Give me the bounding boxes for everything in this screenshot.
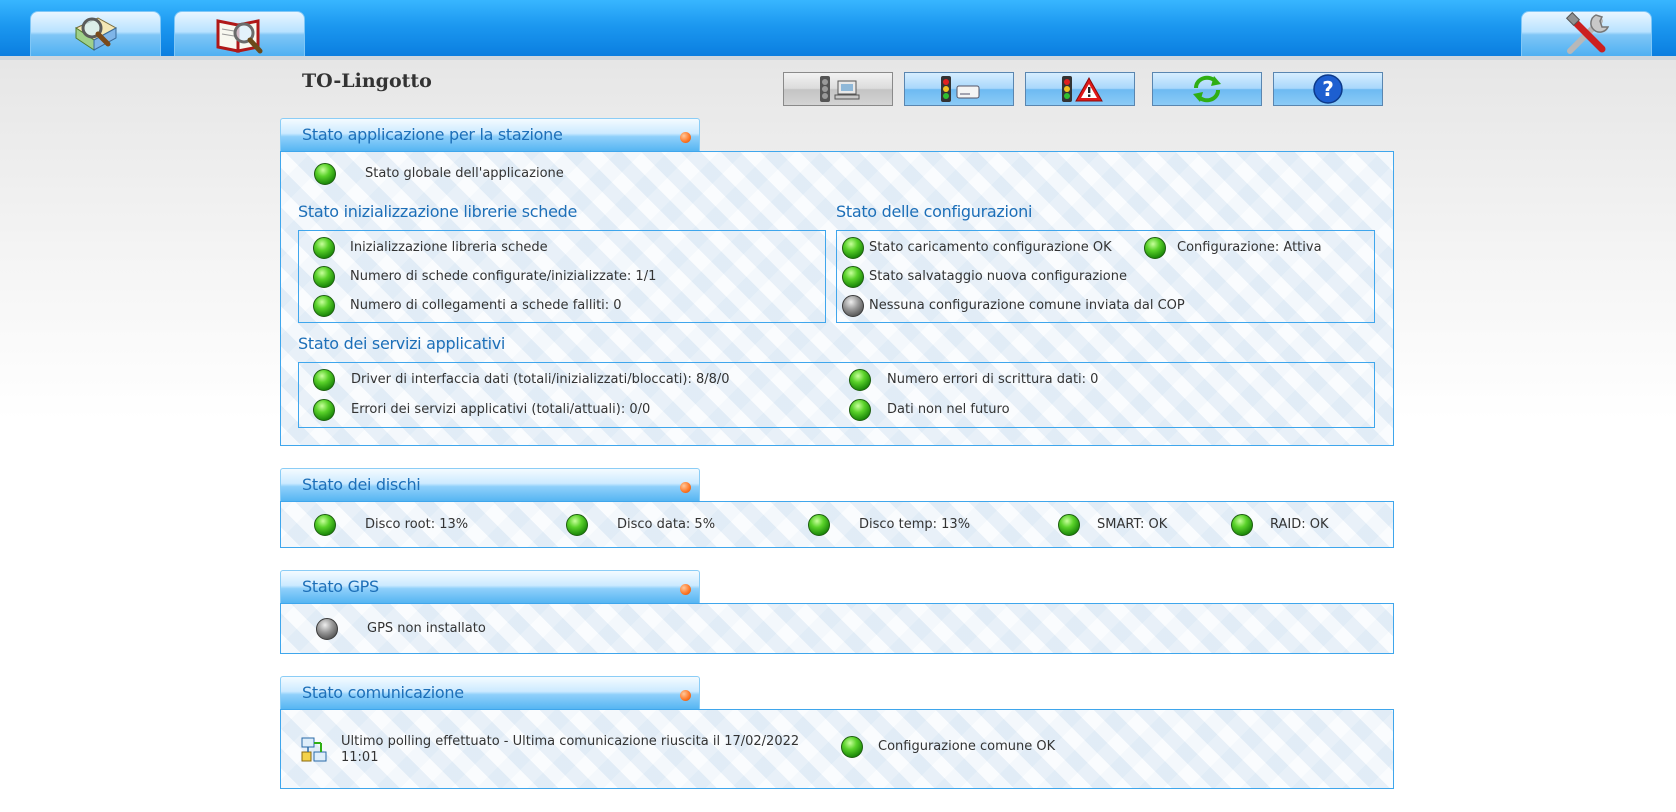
section-tab-disks: Stato dei dischi <box>280 468 700 501</box>
disk-temp-label: Disco temp: 13% <box>859 517 971 532</box>
section-tab-application: Stato applicazione per la stazione <box>280 118 700 151</box>
status-led-green <box>1058 514 1080 536</box>
svg-text:?: ? <box>1322 77 1334 101</box>
status-label: Inizializzazione libreria schede <box>350 240 548 255</box>
status-led-green <box>313 399 335 421</box>
common-config-label: Configurazione comune OK <box>878 739 1056 754</box>
collapse-dot-icon[interactable] <box>680 132 691 143</box>
status-led-green <box>849 399 871 421</box>
polling-status-line1: Ultimo polling effettuato - Ultima comun… <box>341 734 800 749</box>
nav-tab-settings[interactable] <box>1521 11 1652 56</box>
traffic-light-warning-icon <box>1062 76 1103 102</box>
status-label: Stato salvataggio nuova configurazione <box>869 269 1127 284</box>
help-icon: ? <box>1313 74 1343 104</box>
raid-label: RAID: OK <box>1270 517 1329 532</box>
book-search-icon <box>216 19 262 54</box>
status-led-green <box>313 369 335 391</box>
config-section-title: Stato delle configurazioni <box>836 202 1033 221</box>
status-label: Driver di interfaccia dati (totali/inizi… <box>351 372 730 387</box>
status-led-green <box>842 237 864 259</box>
libs-status-box: Inizializzazione libreria schede Numero … <box>298 230 826 323</box>
config-status-box: Stato caricamento configurazione OK Conf… <box>836 230 1375 323</box>
section-title: Stato comunicazione <box>302 683 464 702</box>
toolbar-button-disk-status[interactable] <box>904 72 1014 106</box>
tools-icon <box>1565 11 1609 54</box>
collapse-dot-icon[interactable] <box>680 584 691 595</box>
section-title: Stato applicazione per la stazione <box>302 125 563 144</box>
global-app-status-label: Stato globale dell'applicazione <box>365 166 564 181</box>
collapse-dot-icon[interactable] <box>680 482 691 493</box>
services-status-box: Driver di interfaccia dati (totali/inizi… <box>298 362 1375 428</box>
status-led-green <box>313 237 335 259</box>
status-label: Nessuna configurazione comune inviata da… <box>869 298 1185 313</box>
section-gps: GPS non installato <box>280 603 1394 654</box>
traffic-light-disk-icon <box>941 76 980 102</box>
disk-root-label: Disco root: 13% <box>365 517 469 532</box>
status-label: Configurazione: Attiva <box>1177 240 1322 255</box>
status-led-grey <box>842 295 864 317</box>
section-title: Stato dei dischi <box>302 475 421 494</box>
status-label: Numero di collegamenti a schede falliti:… <box>350 298 622 313</box>
status-led-green <box>314 514 336 536</box>
status-led-green <box>808 514 830 536</box>
network-icon <box>301 737 327 762</box>
status-led-green <box>313 266 335 288</box>
status-led-green <box>1231 514 1253 536</box>
status-led-green <box>566 514 588 536</box>
section-disks: Disco root: 13% Disco data: 5% Disco tem… <box>280 501 1394 548</box>
status-label: Numero errori di scrittura dati: 0 <box>887 372 1099 387</box>
status-led-grey <box>316 618 338 640</box>
toolbar-button-computer-status[interactable] <box>783 72 893 106</box>
status-label: Dati non nel futuro <box>887 402 1010 417</box>
status-label: Numero di schede configurate/inizializza… <box>350 269 657 284</box>
section-tab-communication: Stato comunicazione <box>280 676 700 709</box>
status-led-green <box>842 266 864 288</box>
status-led-green <box>313 295 335 317</box>
traffic-light-computer-icon <box>820 76 860 102</box>
gps-status-label: GPS non installato <box>367 621 486 636</box>
status-led-green <box>841 736 863 758</box>
toolbar-button-refresh[interactable] <box>1152 72 1262 106</box>
disk-data-label: Disco data: 5% <box>617 517 716 532</box>
collapse-dot-icon[interactable] <box>680 690 691 701</box>
smart-label: SMART: OK <box>1097 517 1168 532</box>
status-led-green <box>314 163 336 185</box>
nav-tab-map-search[interactable] <box>30 11 161 56</box>
section-communication: Ultimo polling effettuato - Ultima comun… <box>280 709 1394 789</box>
section-title: Stato GPS <box>302 577 379 596</box>
status-led-green <box>849 369 871 391</box>
status-led-green <box>1144 237 1166 259</box>
station-title: TO-Lingotto <box>302 70 432 92</box>
services-section-title: Stato dei servizi applicativi <box>298 334 506 353</box>
status-label: Errori dei servizi applicativi (totali/a… <box>351 402 651 417</box>
nav-tab-book-search[interactable] <box>174 11 305 56</box>
refresh-icon <box>1193 75 1221 103</box>
map-search-icon <box>74 17 117 51</box>
top-navigation-bar <box>0 0 1676 60</box>
toolbar-button-alarm-status[interactable] <box>1025 72 1135 106</box>
toolbar-button-help[interactable]: ? <box>1273 72 1383 106</box>
section-tab-gps: Stato GPS <box>280 570 700 603</box>
libs-section-title: Stato inizializzazione librerie schede <box>298 202 578 221</box>
status-label: Stato caricamento configurazione OK <box>869 240 1112 255</box>
section-application: Stato globale dell'applicazione Stato in… <box>280 151 1394 446</box>
polling-status-line2: 11:01 <box>341 750 379 765</box>
